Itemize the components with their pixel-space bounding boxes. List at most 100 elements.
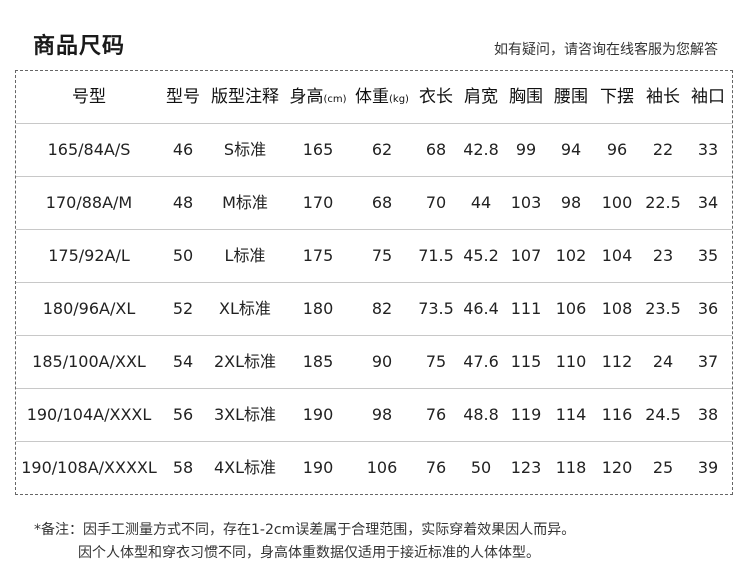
table-cell: 23.5 xyxy=(645,299,681,318)
table-cell: 112 xyxy=(601,352,633,371)
table-cell: 103 xyxy=(510,193,542,212)
table-cell: 36 xyxy=(697,299,719,318)
table-cell: 106 xyxy=(555,299,587,318)
table-cell: 116 xyxy=(601,405,633,424)
table-cell: 75 xyxy=(425,352,447,371)
table-cell: 50 xyxy=(470,458,492,477)
table-cell: 114 xyxy=(555,405,587,424)
table-cell: L标准 xyxy=(224,246,266,265)
table-cell: 33 xyxy=(697,140,719,159)
table-cell: 106 xyxy=(366,458,398,477)
table-cell: 48.8 xyxy=(463,405,499,424)
table-row: 165/84A/S 46 S标准 165 62 68 42.8 99 94 96 22 33 xyxy=(16,124,732,177)
table-cell: 71.5 xyxy=(418,246,454,265)
table-cell: 2XL标准 xyxy=(213,352,277,371)
table-cell: 39 xyxy=(697,458,719,477)
table-cell: 115 xyxy=(510,352,542,371)
table-header-row: 号型 型号 版型注释 身高(cm) 体重(kg) 衣长 肩宽 胸围 腰围 下摆 … xyxy=(16,71,732,124)
header-cell-length: 衣长 xyxy=(419,87,453,107)
table-cell: 82 xyxy=(371,299,393,318)
table-cell: 35 xyxy=(697,246,719,265)
table-cell: 98 xyxy=(560,193,582,212)
header-cell-fit-note: 版型注释 xyxy=(211,87,279,107)
table-cell: 165 xyxy=(302,140,334,159)
table-cell: 22.5 xyxy=(645,193,681,212)
table-cell: 108 xyxy=(601,299,633,318)
table-row: 170/88A/M 48 M标准 170 68 70 44 103 98 100 22.5 34 xyxy=(16,177,732,230)
table-cell: 110 xyxy=(555,352,587,371)
table-cell: 175/92A/L xyxy=(48,246,130,265)
table-cell: 54 xyxy=(172,352,194,371)
contact-hint: 如有疑问，请咨询在线客服为您解答 xyxy=(494,42,718,58)
table-cell: 165/84A/S xyxy=(47,140,131,159)
table-cell: 23 xyxy=(652,246,674,265)
table-cell: 120 xyxy=(601,458,633,477)
table-cell: 50 xyxy=(172,246,194,265)
table-cell: 44 xyxy=(470,193,492,212)
table-cell: 175 xyxy=(302,246,334,265)
table-cell: 119 xyxy=(510,405,542,424)
table-cell: 56 xyxy=(172,405,194,424)
header-cell-model: 型号 xyxy=(166,87,200,107)
header-cell-hem: 下摆 xyxy=(600,87,634,107)
header-cell-cuff: 袖口 xyxy=(691,87,725,107)
table-cell: 38 xyxy=(697,405,719,424)
table-cell: S标准 xyxy=(223,140,267,159)
table-cell: 45.2 xyxy=(463,246,499,265)
table-cell: 3XL标准 xyxy=(213,405,277,424)
note-line-2: 因个人体型和穿衣习惯不同，身高体重数据仅适用于接近标准的人体体型。 xyxy=(78,545,540,561)
table-cell: XL标准 xyxy=(219,299,271,318)
table-cell: 102 xyxy=(555,246,587,265)
table-cell: 170 xyxy=(302,193,334,212)
table-cell: 190 xyxy=(302,458,334,477)
table-cell: 190/108A/XXXXL xyxy=(21,458,157,477)
header-cell-weight: 体重(kg) xyxy=(355,87,409,107)
table-cell: 180/96A/XL xyxy=(42,299,136,318)
table-cell: M标准 xyxy=(222,193,268,212)
table-cell: 99 xyxy=(515,140,537,159)
table-cell: 48 xyxy=(172,193,194,212)
header-cell-sleeve-length: 袖长 xyxy=(646,87,680,107)
header-cell-shoulder: 肩宽 xyxy=(464,87,498,107)
table-cell: 185 xyxy=(302,352,334,371)
table-cell: 94 xyxy=(560,140,582,159)
table-row: 185/100A/XXL 54 2XL标准 185 90 75 47.6 115 110 112 2… xyxy=(16,336,732,389)
table-cell: 118 xyxy=(555,458,587,477)
table-cell: 123 xyxy=(510,458,542,477)
table-cell: 190 xyxy=(302,405,334,424)
table-cell: 170/88A/M xyxy=(45,193,133,212)
header-cell-waist: 腰围 xyxy=(554,87,588,107)
table-cell: 98 xyxy=(371,405,393,424)
table-cell: 73.5 xyxy=(418,299,454,318)
table-cell: 104 xyxy=(601,246,633,265)
table-cell: 70 xyxy=(425,193,447,212)
table-cell: 58 xyxy=(172,458,194,477)
table-cell: 24.5 xyxy=(645,405,681,424)
table-cell: 46 xyxy=(172,140,194,159)
table-row: 190/108A/XXXXL 58 4XL标准 190 106 76 50 123 118 120… xyxy=(16,442,732,495)
table-cell: 46.4 xyxy=(463,299,499,318)
table-cell: 190/104A/XXXL xyxy=(26,405,152,424)
page-title: 商品尺码 xyxy=(33,34,126,59)
header-cell-chest: 胸围 xyxy=(509,87,543,107)
table-cell: 25 xyxy=(652,458,674,477)
table-cell: 37 xyxy=(697,352,719,371)
header-cell-height: 身高(cm) xyxy=(289,87,347,107)
table-cell: 107 xyxy=(510,246,542,265)
table-cell: 90 xyxy=(371,352,393,371)
table-row: 180/96A/XL 52 XL标准 180 82 73.5 46.4 111 106 108 23… xyxy=(16,283,732,336)
table-cell: 111 xyxy=(510,299,542,318)
table-cell: 22 xyxy=(652,140,674,159)
table-cell: 24 xyxy=(652,352,674,371)
table-row: 190/104A/XXXL 56 3XL标准 190 98 76 48.8 119 114 116… xyxy=(16,389,732,442)
table-cell: 42.8 xyxy=(463,140,499,159)
table-cell: 185/100A/XXL xyxy=(32,352,146,371)
table-cell: 100 xyxy=(601,193,633,212)
table-cell: 76 xyxy=(425,458,447,477)
table-cell: 68 xyxy=(425,140,447,159)
table-cell: 76 xyxy=(425,405,447,424)
table-cell: 96 xyxy=(606,140,628,159)
size-chart-table: 号型 型号 版型注释 身高(cm) 体重(kg) 衣长 肩宽 胸围 腰围 下摆 … xyxy=(15,70,733,495)
header-cell-size-code: 号型 xyxy=(72,87,106,107)
table-cell: 4XL标准 xyxy=(213,458,277,477)
